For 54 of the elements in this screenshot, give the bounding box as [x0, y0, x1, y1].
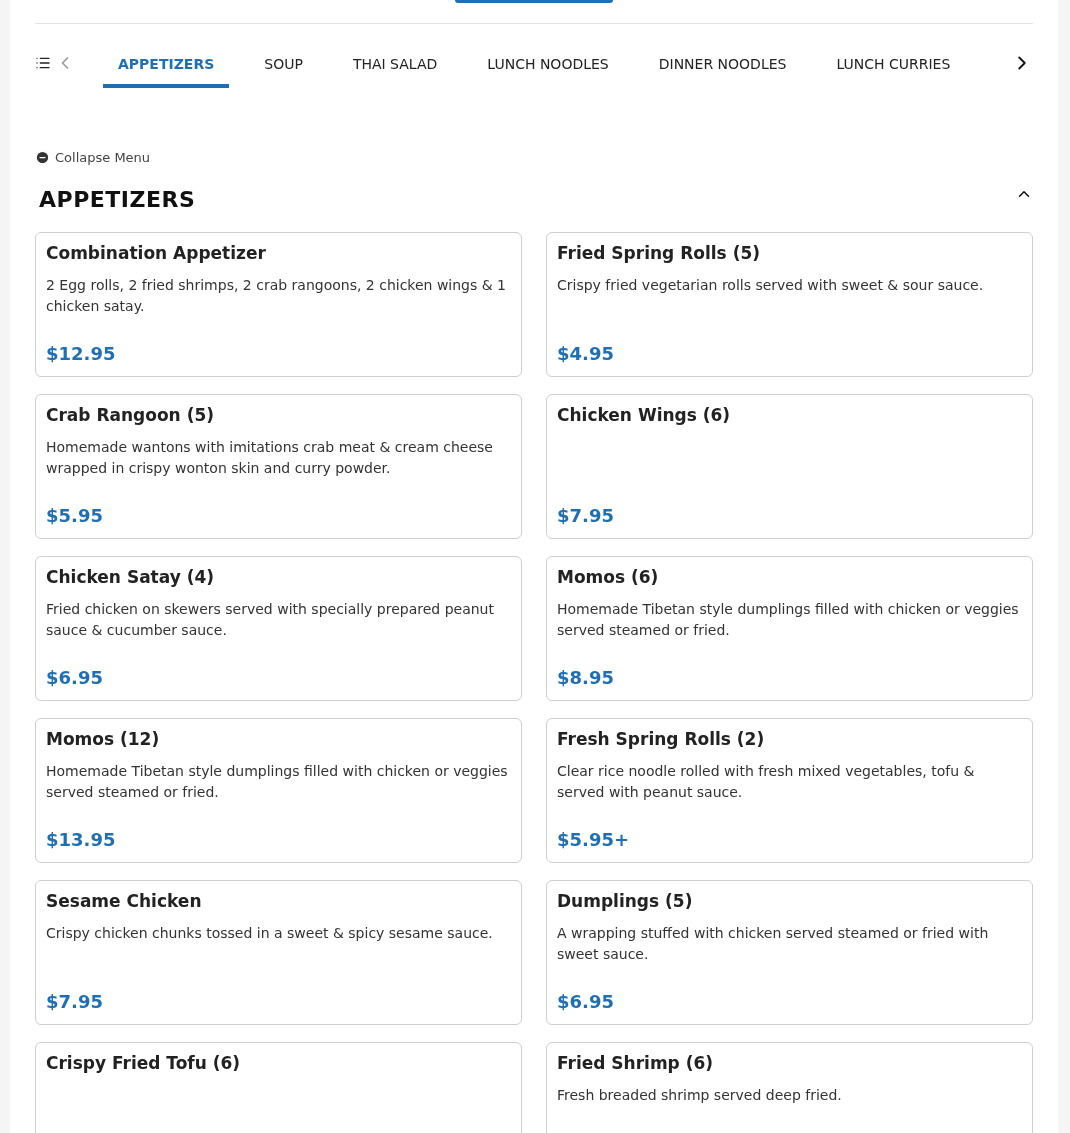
- item-price: $6.95: [557, 991, 615, 1014]
- item-price: $13.95: [46, 829, 117, 852]
- item-name: Fried Spring Rolls (5): [557, 243, 761, 263]
- item-description: Fresh breaded shrimp served deep fried.: [557, 1087, 842, 1103]
- item-name: Fried Shrimp (6): [557, 1053, 715, 1073]
- item-description: 2 Egg rolls, 2 fried shrimps, 2 crab rangoons, 2 chicken wings & 1 chicken satay.: [46, 277, 507, 314]
- category-tab[interactable]: LUNCH NOODLES: [472, 42, 624, 88]
- menu-item-card[interactable]: Crispy Fried Tofu (6): [35, 1042, 522, 1133]
- menu-item-card[interactable]: Combination Appetizer 2 Egg rolls, 2 fried shrimps, 2 crab rangoons, 2 chicken wings & 1 chicken satay. $12.95: [35, 232, 522, 377]
- item-name: Crispy Fried Tofu (6): [46, 1053, 242, 1073]
- item-name: Dumplings (5): [557, 891, 694, 911]
- menu-item-card[interactable]: Dumplings (5) A wrapping stuffed with chicken served steamed or fried with sweet sauce. $6.95: [546, 880, 1033, 1025]
- menu-item-card[interactable]: Chicken Wings (6) $7.95: [546, 394, 1033, 539]
- category-tab[interactable]: APPETIZERS: [103, 42, 230, 88]
- item-description: Homemade wantons with imitations crab meat & cream cheese wrapped in crispy wonton skin and curry powder.: [46, 439, 493, 476]
- item-name: Fresh Spring Rolls (2): [557, 729, 766, 749]
- item-price: $6.95: [46, 667, 104, 690]
- item-price: $7.95: [557, 505, 615, 528]
- item-price: $5.95+: [557, 829, 631, 852]
- menu-item-card[interactable]: Sesame Chicken Crispy chicken chunks tossed in a sweet & spicy sesame sauce. $7.95: [35, 880, 522, 1025]
- section-title: APPETIZERS: [39, 187, 196, 212]
- item-name: Chicken Satay (4): [46, 567, 216, 587]
- item-description: A wrapping stuffed with chicken served steamed or fried with sweet sauce.: [557, 925, 989, 962]
- item-price: $4.95: [557, 343, 615, 366]
- menu-item-card[interactable]: Momos (12) Homemade Tibetan style dumplings filled with chicken or veggies served steamed or fried. $13.95: [35, 718, 522, 863]
- item-price: $8.95: [557, 667, 615, 690]
- category-tab[interactable]: LUNCH CURRIES: [821, 42, 966, 88]
- category-tab[interactable]: SOUP: [249, 42, 318, 88]
- item-name: Combination Appetizer: [46, 243, 267, 263]
- collapse-menu-button[interactable]: Collapse Menu: [35, 150, 151, 165]
- menu-item-card[interactable]: Momos (6) Homemade Tibetan style dumplings filled with chicken or veggies served steamed or fried. $8.95: [546, 556, 1033, 701]
- item-price: $7.95: [46, 991, 104, 1014]
- item-name: Chicken Wings (6): [557, 405, 732, 425]
- item-name: Sesame Chicken: [46, 891, 203, 911]
- category-tab[interactable]: DINNER NOODLES: [643, 42, 802, 88]
- item-price: $12.95: [46, 343, 117, 366]
- item-description: Crispy chicken chunks tossed in a sweet & spicy sesame sauce.: [46, 925, 493, 941]
- item-description: Homemade Tibetan style dumplings filled with chicken or veggies served steamed or fried.: [557, 601, 1019, 638]
- item-price: $5.95: [46, 505, 104, 528]
- menu-item-card[interactable]: Fried Shrimp (6) Fresh breaded shrimp served deep fried.: [546, 1042, 1033, 1133]
- menu-item-card[interactable]: Fresh Spring Rolls (2) Clear rice noodle rolled with fresh mixed vegetables, tofu & served with peanut sauce. $5.95+: [546, 718, 1033, 863]
- menu-item-card[interactable]: Fried Spring Rolls (5) Crispy fried vegetarian rolls served with sweet & sour sauce. $4.95: [546, 232, 1033, 377]
- item-name: Crab Rangoon (5): [46, 405, 215, 425]
- menu-item-card[interactable]: Crab Rangoon (5) Homemade wantons with imitations crab meat & cream cheese wrapped in crispy wonton skin and curry powder. $5.95: [35, 394, 522, 539]
- category-tab[interactable]: THAI SALAD: [337, 42, 453, 88]
- menu-item-card[interactable]: Chicken Satay (4) Fried chicken on skewers served with specially prepared peanut sauce & cucumber sauce. $6.95: [35, 556, 522, 701]
- minus-circle-icon: [35, 150, 50, 165]
- list-icon[interactable]: [35, 55, 51, 71]
- item-description: Clear rice noodle rolled with fresh mixed vegetables, tofu & served with peanut sauce.: [557, 763, 975, 800]
- item-name: Momos (6): [557, 567, 660, 587]
- item-name: Momos (12): [46, 729, 161, 749]
- item-description: Crispy fried vegetarian rolls served with sweet & sour sauce.: [557, 277, 984, 293]
- item-description: Homemade Tibetan style dumplings filled with chicken or veggies served steamed or fried.: [46, 763, 508, 800]
- item-description: Fried chicken on skewers served with specially prepared peanut sauce & cucumber sauce.: [46, 601, 494, 638]
